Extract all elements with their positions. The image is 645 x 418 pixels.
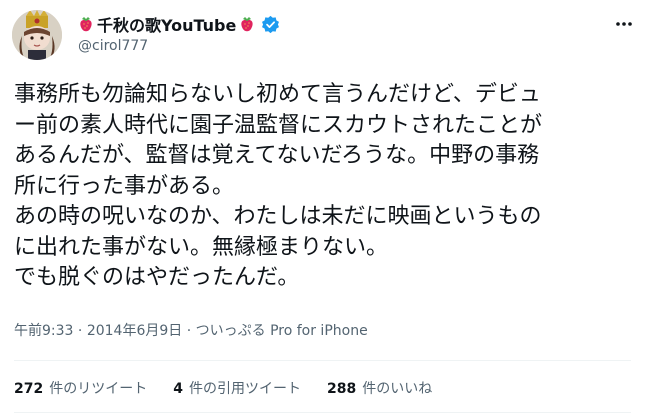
- strawberry-icon: [239, 15, 255, 33]
- tweet-text-line: 事務所も勿論知らないし初めて言うんだけど、デビュ: [14, 82, 541, 107]
- meta-separator: ·: [77, 323, 87, 339]
- author-handle[interactable]: @cirol777: [78, 38, 148, 54]
- retweets-count: 272: [14, 381, 44, 397]
- quotes-stat[interactable]: 4 件の引用ツイート: [173, 378, 301, 398]
- tweet-stats: 272 件のリツイート 4 件の引用ツイート 288 件のいいね: [14, 378, 458, 398]
- author-display-name[interactable]: 千秋の歌YouTube: [97, 12, 236, 36]
- tweet-meta: 午前9:33 · 2014年6月9日 · ついっぷる Pro for iPhon…: [14, 320, 368, 340]
- verified-badge-icon: [261, 15, 280, 34]
- tweet-card: 千秋の歌YouTube @cirol777 事務所も勿論知らないし初めて言うんだ…: [0, 0, 645, 418]
- meta-separator: ·: [186, 323, 196, 339]
- more-horizontal-icon: [616, 22, 632, 26]
- tweet-text-line: に出れた事がない。無縁極まりない。: [14, 234, 389, 260]
- tweet-text-line: ー前の素人時代に園子温監督にスカウトされたことが: [14, 112, 543, 138]
- tweet-date[interactable]: 2014年6月9日: [87, 323, 182, 339]
- author-name-row[interactable]: 千秋の歌YouTube: [78, 12, 280, 36]
- tweet-text: 事務所も勿論知らないし初めて言うんだけど、デビュ ー前の素人時代に園子温監督にス…: [14, 80, 639, 294]
- tweet-source[interactable]: ついっぷる Pro for iPhone: [196, 323, 368, 339]
- retweets-stat[interactable]: 272 件のリツイート: [14, 378, 147, 398]
- tweet-text-line: あの時の呪いなのか、わたしは未だに映画というもの: [14, 204, 542, 229]
- more-button[interactable]: [612, 12, 636, 36]
- tweet-time[interactable]: 午前9:33: [14, 323, 73, 339]
- divider: [14, 360, 631, 361]
- tweet-text-line: あるんだが、監督は覚えてないだろうな。中野の事務: [14, 143, 540, 168]
- tweet-text-line: でも脱ぐのはやだったんだ。: [14, 265, 300, 290]
- avatar-image: [12, 10, 62, 60]
- quotes-count: 4: [173, 381, 183, 397]
- tweet-text-line: 所に行った事がある。: [14, 173, 235, 199]
- likes-label: 件のいいね: [362, 381, 433, 397]
- divider: [14, 412, 631, 413]
- likes-stat[interactable]: 288 件のいいね: [327, 378, 432, 398]
- quotes-label: 件の引用ツイート: [188, 381, 301, 397]
- strawberry-icon: [78, 15, 94, 33]
- retweets-label: 件のリツイート: [49, 381, 148, 397]
- likes-count: 288: [326, 381, 357, 397]
- avatar[interactable]: [12, 10, 62, 60]
